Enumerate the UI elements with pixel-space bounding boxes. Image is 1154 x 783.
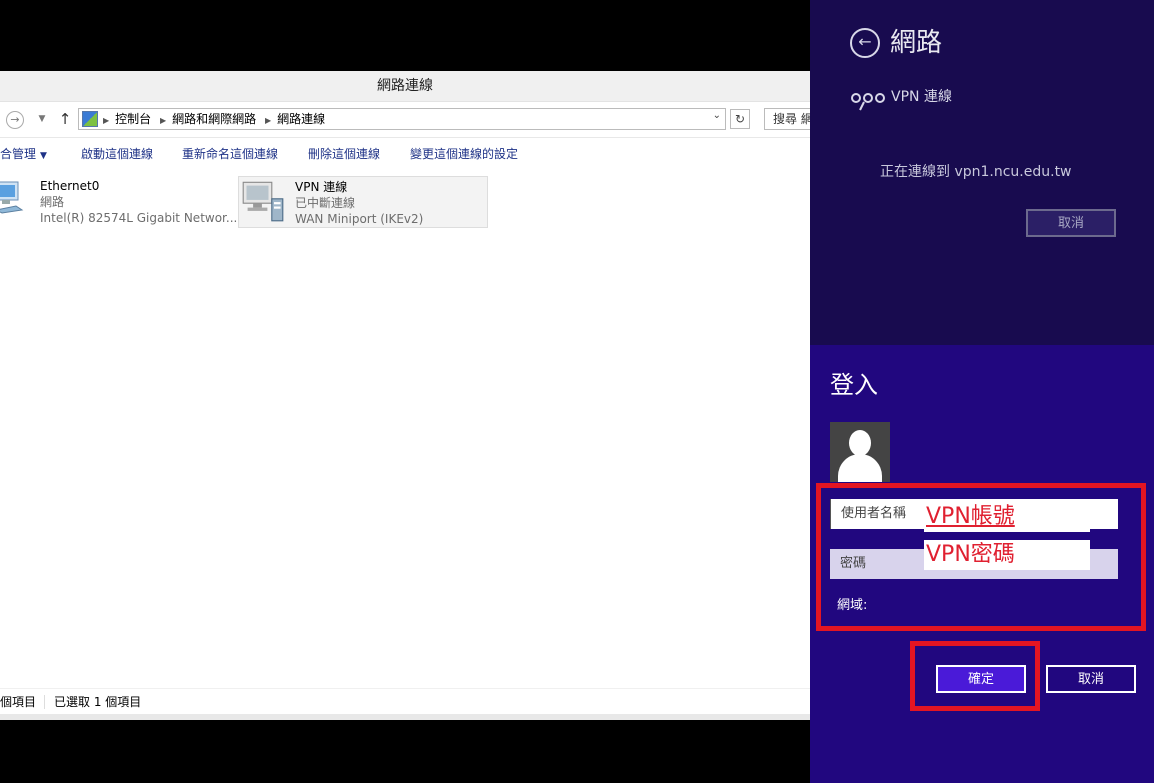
rename-connection-button[interactable]: 重新命名這個連線	[182, 138, 278, 170]
back-arrow-icon[interactable]: ←	[850, 28, 880, 58]
refresh-icon[interactable]: ↻	[730, 109, 750, 129]
organize-button[interactable]: 合管理 ▼	[0, 138, 47, 170]
breadcrumb-network-connections[interactable]: 網路連線	[277, 112, 325, 126]
vpn-link-icon	[851, 93, 885, 111]
cancel-button[interactable]: 取消	[1046, 665, 1136, 693]
connection-device: Intel(R) 82574L Gigabit Networ...	[40, 211, 238, 225]
chevron-down-icon: ▼	[40, 151, 47, 161]
ok-button[interactable]: 確定	[936, 665, 1026, 693]
login-title: 登入	[830, 371, 878, 399]
breadcrumb-separator-icon[interactable]: ▶	[160, 116, 166, 125]
breadcrumb-separator-icon[interactable]: ▶	[265, 116, 271, 125]
breadcrumb-separator-icon[interactable]: ▶	[103, 116, 109, 125]
connection-name: VPN 連線	[295, 180, 348, 194]
recent-locations-chevron-icon[interactable]: ▼	[32, 110, 52, 128]
connection-device: WAN Miniport (IKEv2)	[295, 212, 424, 226]
organize-label: 合管理	[0, 147, 37, 161]
back-arrow-icon[interactable]: →	[6, 111, 24, 129]
delete-connection-button[interactable]: 刪除這個連線	[308, 138, 380, 170]
highlight-credentials-box	[816, 483, 1146, 631]
address-dropdown-chevron-icon[interactable]: ⌄	[713, 110, 721, 121]
window-title: 網路連線	[0, 71, 810, 102]
command-bar: 合管理 ▼ 啟動這個連線 重新命名這個連線 刪除這個連線 變更這個連線的設定	[0, 137, 810, 171]
address-row: → ▼ ↑ ▶ 控制台 ▶ 網路和網際網路 ▶ 網路連線 ⌄ ↻ 搜尋 網	[0, 102, 834, 136]
connection-name: Ethernet0	[40, 179, 100, 193]
user-avatar-icon	[830, 422, 890, 482]
connections-list: Ethernet0 網路 Intel(R) 82574L Gigabit Net…	[0, 170, 810, 688]
connection-status: 已中斷連線	[295, 196, 356, 210]
network-charm-pane: ← 網路 VPN 連線 正在連線到 vpn1.ncu.edu.tw 取消 登入 …	[810, 0, 1154, 783]
connection-status: 網路	[40, 195, 65, 209]
network-panel: ← 網路 VPN 連線 正在連線到 vpn1.ncu.edu.tw 取消	[810, 0, 1154, 345]
change-settings-button[interactable]: 變更這個連線的設定	[410, 138, 518, 170]
up-arrow-icon[interactable]: ↑	[55, 110, 75, 128]
network-adapter-icon	[0, 181, 24, 214]
status-bar: 個項目 已選取 1 個項目	[0, 688, 810, 715]
network-title: 網路	[890, 28, 943, 58]
status-item-count: 個項目	[0, 695, 37, 709]
window-bottom-border	[0, 714, 810, 720]
status-selected-count: 已選取 1 個項目	[54, 695, 142, 709]
connection-item-vpn[interactable]: VPN 連線 已中斷連線 WAN Miniport (IKEv2)	[238, 176, 488, 228]
network-connections-window: 網路連線 → ▼ ↑ ▶ 控制台 ▶ 網路和網際網路 ▶ 網路連線 ⌄ ↻ 搜尋 網 …	[0, 71, 834, 720]
connection-item-ethernet[interactable]: Ethernet0 網路 Intel(R) 82574L Gigabit Net…	[0, 176, 237, 226]
vpn-computer-icon	[242, 181, 284, 222]
vpn-connection-label: VPN 連線	[891, 89, 952, 105]
breadcrumb-network-internet[interactable]: 網路和網際網路	[172, 112, 256, 126]
login-dialog: 登入 使用者名稱 密碼 VPN帳號 VPN密碼 網域: 確定 取消	[810, 345, 1154, 783]
control-panel-icon	[82, 111, 98, 127]
cancel-connection-button[interactable]: 取消	[1026, 209, 1116, 237]
start-connection-button[interactable]: 啟動這個連線	[81, 138, 153, 170]
connecting-status-text: 正在連線到 vpn1.ncu.edu.tw	[880, 164, 1072, 180]
breadcrumb-control-panel[interactable]: 控制台	[115, 112, 151, 126]
breadcrumb: ▶ 控制台 ▶ 網路和網際網路 ▶ 網路連線	[103, 109, 330, 129]
address-bar[interactable]: ▶ 控制台 ▶ 網路和網際網路 ▶ 網路連線 ⌄	[78, 108, 726, 130]
status-divider	[44, 695, 45, 709]
